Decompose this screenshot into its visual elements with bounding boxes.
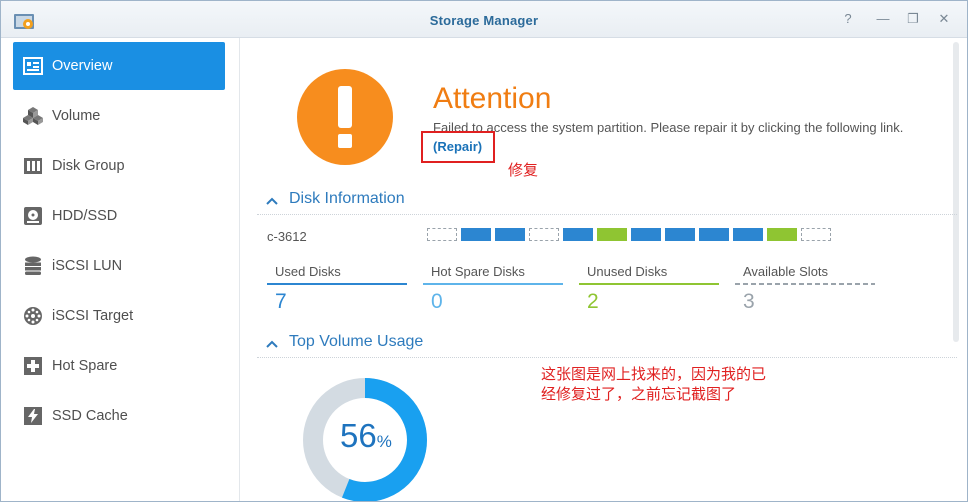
stat-value: 0: [431, 290, 443, 313]
repair-annotation: 修复: [508, 162, 539, 179]
database-icon: [22, 255, 44, 277]
device-name: c-3612: [267, 229, 307, 244]
disk-slot-used: [733, 228, 763, 241]
section-title: Disk Information: [289, 190, 405, 207]
stat-label: Unused Disks: [587, 264, 668, 279]
sidebar-item-label: iSCSI LUN: [52, 258, 123, 274]
help-button[interactable]: ?: [839, 10, 857, 28]
stat-value: 2: [587, 290, 599, 313]
sidebar-item-ssd-cache[interactable]: SSD Cache: [13, 392, 225, 440]
disk-slot-used: [665, 228, 695, 241]
sidebar-item-label: SSD Cache: [52, 408, 128, 424]
section-title: Top Volume Usage: [289, 333, 424, 350]
stat-value: 7: [275, 290, 287, 313]
stat-underline: [267, 283, 407, 285]
sidebar: Overview Volume Disk Group HDD/SSD iSCSI…: [1, 38, 240, 501]
disk-slot-empty: [529, 228, 559, 241]
sidebar-item-label: Hot Spare: [52, 358, 118, 374]
sidebar-item-label: iSCSI Target: [52, 308, 134, 324]
hdd-icon: [22, 205, 44, 227]
disk-slot-used: [699, 228, 729, 241]
stat-label: Hot Spare Disks: [431, 264, 525, 279]
cubes-icon: [22, 105, 44, 127]
repair-link[interactable]: (Repair): [433, 139, 482, 154]
alert-title: Attention: [433, 82, 552, 115]
chevron-up-icon: [266, 197, 278, 205]
disk-slot-empty: [427, 228, 457, 241]
sidebar-item-disk-group[interactable]: Disk Group: [13, 142, 225, 190]
sidebar-item-label: Disk Group: [52, 158, 125, 174]
maximize-button[interactable]: ❐: [904, 10, 922, 28]
disk-slot-empty: [801, 228, 831, 241]
main-panel: Attention Failed to access the system pa…: [240, 38, 967, 501]
stat-value: 3: [743, 290, 755, 313]
sidebar-item-label: Overview: [52, 58, 113, 74]
disk-information-header[interactable]: Disk Information: [257, 188, 957, 215]
chevron-up-icon: [266, 340, 278, 348]
lightning-icon: [22, 405, 44, 427]
disk-slot-spare: [597, 228, 627, 241]
alert-icon: [297, 69, 393, 165]
close-button[interactable]: ✕: [935, 10, 953, 28]
stat-label: Available Slots: [743, 264, 829, 279]
minimize-button[interactable]: —: [874, 10, 892, 28]
usage-percent: 56%: [340, 417, 392, 454]
sidebar-item-hot-spare[interactable]: Hot Spare: [13, 342, 225, 390]
stat-underline: [423, 283, 563, 285]
usage-unit: %: [376, 432, 392, 451]
title-bar[interactable]: Storage Manager ? — ❐ ✕: [1, 1, 967, 38]
storage-manager-window: Storage Manager ? — ❐ ✕ Overview Volume …: [0, 0, 968, 502]
sidebar-item-label: Volume: [52, 108, 101, 124]
screenshot-note: 这张图是网上找来的，因为我的已 经修复过了，之前忘记截图了: [541, 366, 767, 403]
sidebar-item-volume[interactable]: Volume: [13, 92, 225, 140]
disk-group-icon: [22, 155, 44, 177]
top-volume-usage-header[interactable]: Top Volume Usage: [257, 331, 957, 358]
target-icon: [22, 305, 44, 327]
disk-slot-spare: [767, 228, 797, 241]
stat-label: Used Disks: [275, 264, 341, 279]
divider: [257, 214, 957, 215]
plus-box-icon: [22, 355, 44, 377]
sidebar-item-overview[interactable]: Overview: [13, 42, 225, 90]
sidebar-item-label: HDD/SSD: [52, 208, 118, 224]
sidebar-item-iscsi-lun[interactable]: iSCSI LUN: [13, 242, 225, 290]
stat-underline: [579, 283, 719, 285]
disk-slot-used: [631, 228, 661, 241]
sidebar-item-hdd-ssd[interactable]: HDD/SSD: [13, 192, 225, 240]
alert-message: Failed to access the system partition. P…: [433, 120, 904, 135]
sidebar-item-iscsi-target[interactable]: iSCSI Target: [13, 292, 225, 340]
stat-underline: [735, 283, 875, 285]
disk-slot-used: [563, 228, 593, 241]
disk-slot-used: [461, 228, 491, 241]
window-title: Storage Manager: [429, 13, 539, 28]
divider: [257, 357, 957, 358]
disk-slot-used: [495, 228, 525, 241]
overview-icon: [22, 55, 44, 77]
